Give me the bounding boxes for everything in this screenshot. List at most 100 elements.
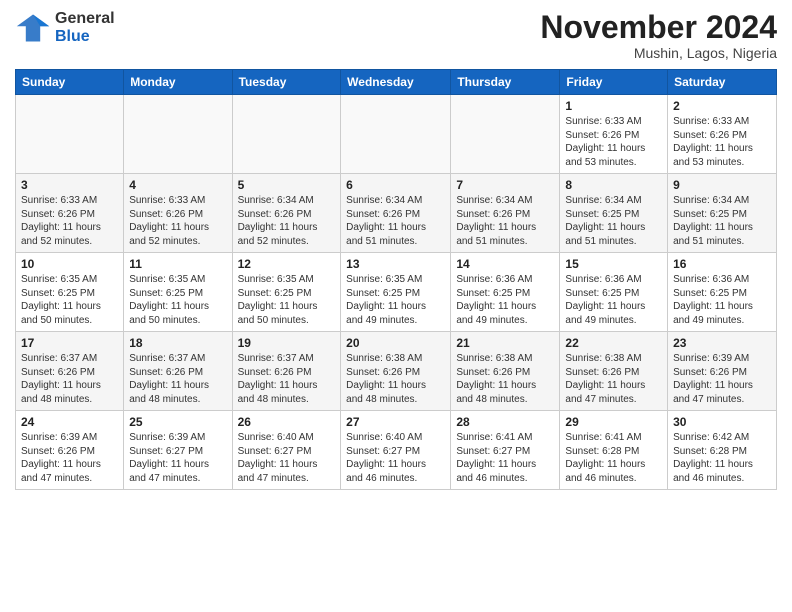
calendar-cell: 8 Sunrise: 6:34 AM Sunset: 6:25 PM Daylig… bbox=[560, 174, 668, 253]
calendar-cell: 13 Sunrise: 6:35 AM Sunset: 6:25 PM Dayli… bbox=[341, 253, 451, 332]
weekday-header-row: SundayMondayTuesdayWednesdayThursdayFrid… bbox=[16, 70, 777, 95]
day-number: 17 bbox=[21, 336, 118, 350]
calendar-cell: 20 Sunrise: 6:38 AM Sunset: 6:26 PM Dayli… bbox=[341, 332, 451, 411]
calendar-cell: 5Sunrise: 6:34 AM Sunset: 6:26 PM Daylig… bbox=[232, 174, 341, 253]
day-number: 2 bbox=[673, 99, 771, 113]
calendar-cell bbox=[341, 95, 451, 174]
header: General Blue November 2024 Mushin, Lagos… bbox=[15, 10, 777, 61]
calendar-cell: 11 Sunrise: 6:35 AM Sunset: 6:25 PM Dayli… bbox=[124, 253, 232, 332]
day-number: 27 bbox=[346, 415, 445, 429]
calendar-week-row: 10 Sunrise: 6:35 AM Sunset: 6:25 PM Dayli… bbox=[16, 253, 777, 332]
day-number: 28 bbox=[456, 415, 554, 429]
day-info: Sunrise: 6:38 AM Sunset: 6:26 PM Dayligh… bbox=[565, 352, 662, 406]
day-number: 9 bbox=[673, 178, 771, 192]
calendar-cell: 22 Sunrise: 6:38 AM Sunset: 6:26 PM Dayli… bbox=[560, 332, 668, 411]
day-info: Sunrise: 6:34 AM Sunset: 6:25 PM Dayligh… bbox=[673, 194, 771, 248]
day-info: Sunrise: 6:38 AM Sunset: 6:26 PM Dayligh… bbox=[346, 352, 445, 406]
day-number: 30 bbox=[673, 415, 771, 429]
day-number: 24 bbox=[21, 415, 118, 429]
calendar-cell: 12Sunrise: 6:35 AM Sunset: 6:25 PM Dayli… bbox=[232, 253, 341, 332]
day-number: 25 bbox=[129, 415, 226, 429]
day-info: Sunrise: 6:33 AM Sunset: 6:26 PM Dayligh… bbox=[21, 194, 118, 248]
day-number: 5 bbox=[238, 178, 336, 192]
calendar-week-row: 3 Sunrise: 6:33 AM Sunset: 6:26 PM Daylig… bbox=[16, 174, 777, 253]
day-number: 3 bbox=[21, 178, 118, 192]
logo: General Blue bbox=[15, 10, 115, 46]
calendar-cell: 4 Sunrise: 6:33 AM Sunset: 6:26 PM Daylig… bbox=[124, 174, 232, 253]
day-info: Sunrise: 6:36 AM Sunset: 6:25 PM Dayligh… bbox=[565, 273, 662, 327]
calendar-cell bbox=[451, 95, 560, 174]
day-number: 11 bbox=[129, 257, 226, 271]
day-number: 22 bbox=[565, 336, 662, 350]
calendar-cell: 17 Sunrise: 6:37 AM Sunset: 6:26 PM Dayli… bbox=[16, 332, 124, 411]
title-block: November 2024 Mushin, Lagos, Nigeria bbox=[540, 10, 777, 61]
calendar-cell: 3 Sunrise: 6:33 AM Sunset: 6:26 PM Daylig… bbox=[16, 174, 124, 253]
calendar-cell: 30 Sunrise: 6:42 AM Sunset: 6:28 PM Dayli… bbox=[668, 411, 777, 490]
weekday-header: Thursday bbox=[451, 70, 560, 95]
day-number: 6 bbox=[346, 178, 445, 192]
calendar-cell: 19 Sunrise: 6:37 AM Sunset: 6:26 PM Dayli… bbox=[232, 332, 341, 411]
day-info: Sunrise: 6:37 AM Sunset: 6:26 PM Dayligh… bbox=[238, 352, 336, 406]
day-number: 26 bbox=[238, 415, 336, 429]
calendar-cell: 14Sunrise: 6:36 AM Sunset: 6:25 PM Dayli… bbox=[451, 253, 560, 332]
calendar-cell: 21 Sunrise: 6:38 AM Sunset: 6:26 PM Dayli… bbox=[451, 332, 560, 411]
day-info: Sunrise: 6:36 AM Sunset: 6:25 PM Dayligh… bbox=[456, 273, 554, 327]
calendar-cell: 2 Sunrise: 6:33 AM Sunset: 6:26 PM Daylig… bbox=[668, 95, 777, 174]
day-info: Sunrise: 6:41 AM Sunset: 6:28 PM Dayligh… bbox=[565, 431, 662, 485]
calendar-week-row: 1 Sunrise: 6:33 AM Sunset: 6:26 PM Daylig… bbox=[16, 95, 777, 174]
day-number: 13 bbox=[346, 257, 445, 271]
day-number: 21 bbox=[456, 336, 554, 350]
calendar-cell: 29Sunrise: 6:41 AM Sunset: 6:28 PM Dayli… bbox=[560, 411, 668, 490]
calendar-week-row: 24Sunrise: 6:39 AM Sunset: 6:26 PM Dayli… bbox=[16, 411, 777, 490]
day-info: Sunrise: 6:38 AM Sunset: 6:26 PM Dayligh… bbox=[456, 352, 554, 406]
weekday-header: Wednesday bbox=[341, 70, 451, 95]
day-info: Sunrise: 6:39 AM Sunset: 6:26 PM Dayligh… bbox=[673, 352, 771, 406]
day-number: 1 bbox=[565, 99, 662, 113]
day-info: Sunrise: 6:36 AM Sunset: 6:25 PM Dayligh… bbox=[673, 273, 771, 327]
day-number: 12 bbox=[238, 257, 336, 271]
weekday-header: Monday bbox=[124, 70, 232, 95]
calendar-cell: 24Sunrise: 6:39 AM Sunset: 6:26 PM Dayli… bbox=[16, 411, 124, 490]
day-number: 8 bbox=[565, 178, 662, 192]
day-info: Sunrise: 6:33 AM Sunset: 6:26 PM Dayligh… bbox=[673, 115, 771, 169]
day-number: 4 bbox=[129, 178, 226, 192]
calendar: SundayMondayTuesdayWednesdayThursdayFrid… bbox=[15, 69, 777, 490]
day-info: Sunrise: 6:39 AM Sunset: 6:27 PM Dayligh… bbox=[129, 431, 226, 485]
day-info: Sunrise: 6:33 AM Sunset: 6:26 PM Dayligh… bbox=[129, 194, 226, 248]
day-info: Sunrise: 6:35 AM Sunset: 6:25 PM Dayligh… bbox=[346, 273, 445, 327]
logo-icon bbox=[15, 10, 51, 46]
day-info: Sunrise: 6:41 AM Sunset: 6:27 PM Dayligh… bbox=[456, 431, 554, 485]
calendar-cell: 7 Sunrise: 6:34 AM Sunset: 6:26 PM Daylig… bbox=[451, 174, 560, 253]
calendar-cell: 25 Sunrise: 6:39 AM Sunset: 6:27 PM Dayli… bbox=[124, 411, 232, 490]
day-info: Sunrise: 6:42 AM Sunset: 6:28 PM Dayligh… bbox=[673, 431, 771, 485]
day-number: 15 bbox=[565, 257, 662, 271]
day-info: Sunrise: 6:35 AM Sunset: 6:25 PM Dayligh… bbox=[129, 273, 226, 327]
weekday-header: Saturday bbox=[668, 70, 777, 95]
logo-general: General bbox=[55, 10, 115, 28]
day-info: Sunrise: 6:40 AM Sunset: 6:27 PM Dayligh… bbox=[238, 431, 336, 485]
calendar-week-row: 17 Sunrise: 6:37 AM Sunset: 6:26 PM Dayli… bbox=[16, 332, 777, 411]
logo-text: General Blue bbox=[55, 10, 115, 45]
month-title: November 2024 bbox=[540, 10, 777, 45]
calendar-cell bbox=[124, 95, 232, 174]
day-number: 7 bbox=[456, 178, 554, 192]
calendar-cell: 26 Sunrise: 6:40 AM Sunset: 6:27 PM Dayli… bbox=[232, 411, 341, 490]
day-number: 10 bbox=[21, 257, 118, 271]
calendar-cell: 9 Sunrise: 6:34 AM Sunset: 6:25 PM Daylig… bbox=[668, 174, 777, 253]
calendar-cell: 6Sunrise: 6:34 AM Sunset: 6:26 PM Daylig… bbox=[341, 174, 451, 253]
day-number: 19 bbox=[238, 336, 336, 350]
day-info: Sunrise: 6:34 AM Sunset: 6:26 PM Dayligh… bbox=[456, 194, 554, 248]
day-info: Sunrise: 6:37 AM Sunset: 6:26 PM Dayligh… bbox=[129, 352, 226, 406]
calendar-cell: 16 Sunrise: 6:36 AM Sunset: 6:25 PM Dayli… bbox=[668, 253, 777, 332]
day-number: 20 bbox=[346, 336, 445, 350]
weekday-header: Friday bbox=[560, 70, 668, 95]
calendar-cell: 18 Sunrise: 6:37 AM Sunset: 6:26 PM Dayli… bbox=[124, 332, 232, 411]
day-number: 16 bbox=[673, 257, 771, 271]
calendar-cell: 10Sunrise: 6:35 AM Sunset: 6:25 PM Dayli… bbox=[16, 253, 124, 332]
day-number: 18 bbox=[129, 336, 226, 350]
calendar-cell: 28 Sunrise: 6:41 AM Sunset: 6:27 PM Dayli… bbox=[451, 411, 560, 490]
day-info: Sunrise: 6:33 AM Sunset: 6:26 PM Dayligh… bbox=[565, 115, 662, 169]
day-info: Sunrise: 6:37 AM Sunset: 6:26 PM Dayligh… bbox=[21, 352, 118, 406]
day-info: Sunrise: 6:34 AM Sunset: 6:25 PM Dayligh… bbox=[565, 194, 662, 248]
calendar-cell: 15 Sunrise: 6:36 AM Sunset: 6:25 PM Dayli… bbox=[560, 253, 668, 332]
